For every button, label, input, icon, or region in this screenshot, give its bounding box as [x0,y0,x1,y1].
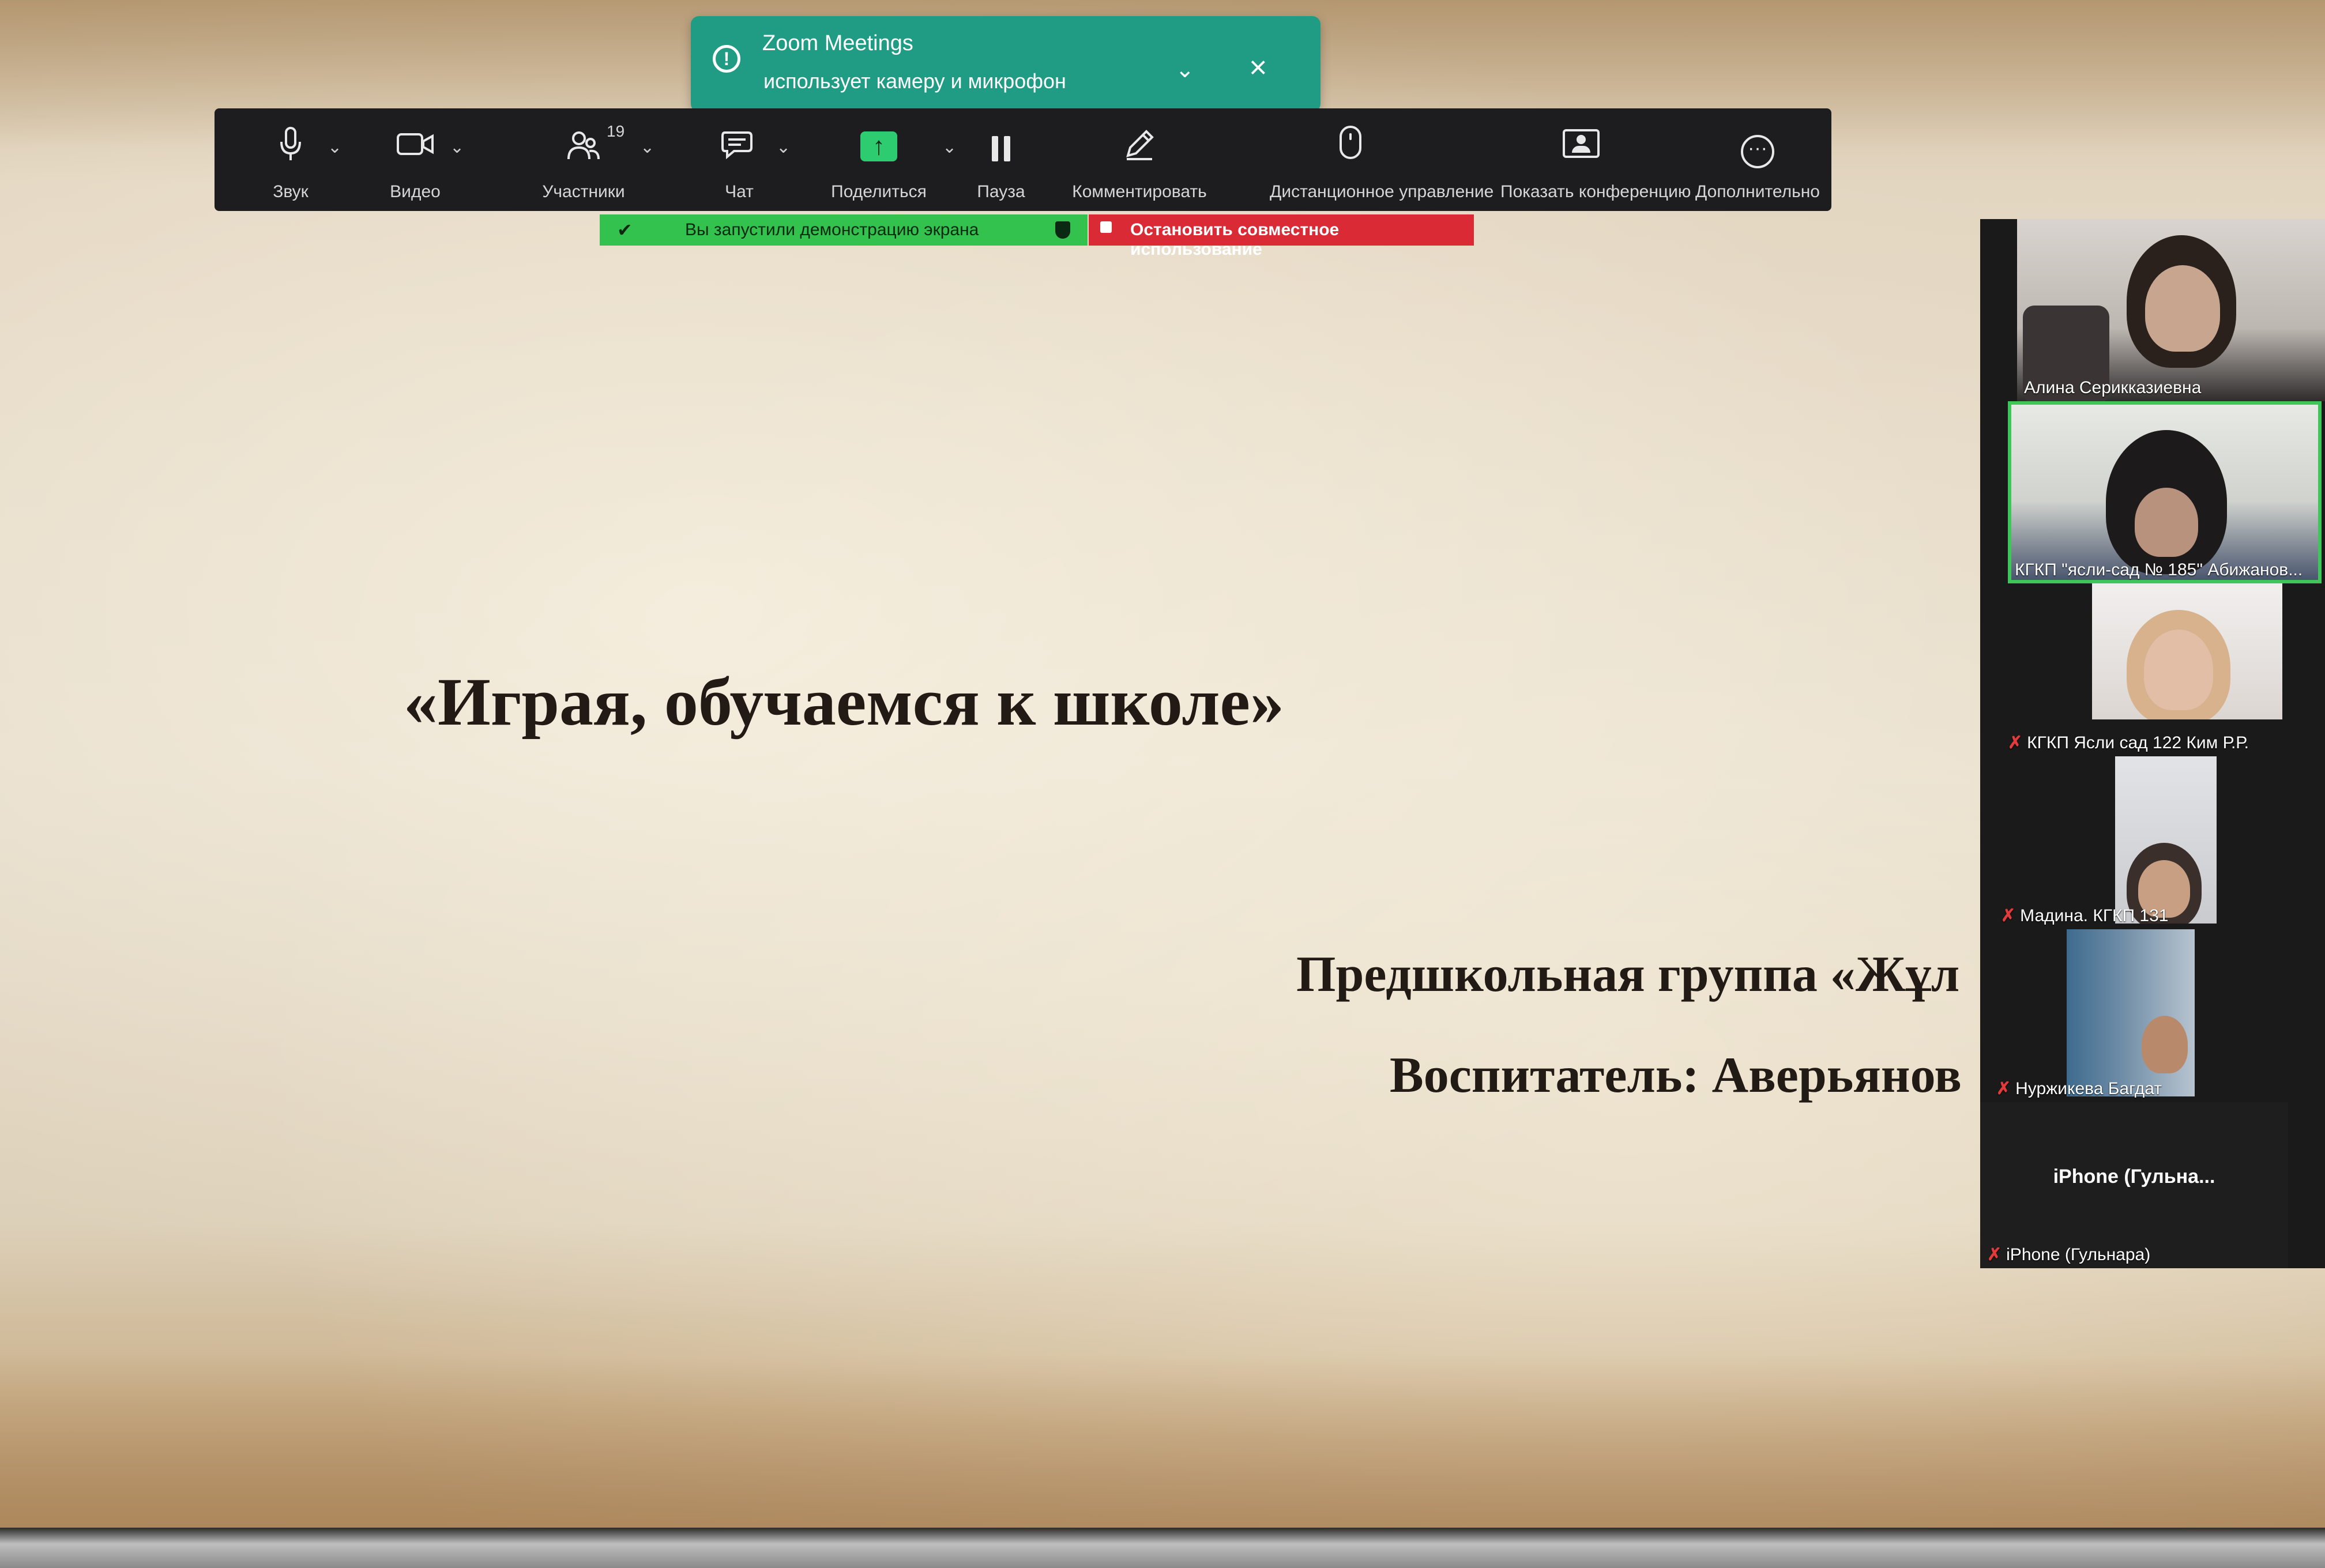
audio-options-caret[interactable]: ⌄ [328,137,342,157]
pause-icon [971,123,1031,164]
meeting-toolbar: ⌄ Звук ⌄ Видео 19 ⌄ Участники ⌄ Чат ↑ ⌄ … [215,108,1831,211]
participant-face [2135,488,2198,557]
muted-mic-icon: ✗ [1996,1079,2011,1098]
monitor-bezel [0,1528,2325,1568]
slide-title: «Играя, обучаемся к школе» [404,664,1284,740]
mouse-icon [1293,123,1408,164]
pause-label: Пауза [977,182,1025,201]
muted-mic-icon: ✗ [1987,1245,2002,1264]
close-icon[interactable]: × [1249,52,1267,83]
video-label: Видео [390,182,441,201]
video-tile[interactable]: Алина Серикказиевна [2017,219,2325,401]
participant-name: ✗ iPhone (Гульнара) [1987,1245,2151,1264]
video-button[interactable]: ⌄ Видео [385,108,464,211]
show-meeting-icon [1523,123,1639,164]
chat-icon [712,123,767,164]
muted-mic-icon: ✗ [2008,733,2023,752]
participant-name: ✗ КГКП Ясли сад 122 Ким Р.Р. [2008,733,2249,752]
participants-options-caret[interactable]: ⌄ [640,137,654,157]
stop-share-label: Остановить совместное использование [1130,220,1340,259]
participants-video-panel: Алина Серикказиевна КГКП "ясли-сад № 185… [1980,219,2325,1268]
participants-count: 19 [607,122,625,140]
camera-mic-notification[interactable]: ! Zoom Meetings использует камеру и микр… [691,16,1320,112]
share-screen-icon: ↑ [838,123,919,164]
sharing-status-text: Вы запустили демонстрацию экрана [685,220,979,239]
participant-face [2142,1016,2188,1073]
video-tile[interactable]: iPhone (Гульна... ✗ iPhone (Гульнара) [1980,1102,2288,1268]
chat-button[interactable]: ⌄ Чат [712,108,791,211]
audio-label: Звук [273,182,309,201]
participant-name: ✗ Мадина. КГКП 131 [2001,906,2169,925]
participant-video [2115,756,2217,924]
show-meeting-label: Показать конференцию [1500,182,1691,201]
video-tile-active[interactable]: КГКП "ясли-сад № 185" Абижанов... [2008,401,2322,583]
video-options-caret[interactable]: ⌄ [450,137,464,157]
participant-name: Алина Серикказиевна [2024,378,2202,397]
participants-button[interactable]: 19 ⌄ Участники [542,108,654,211]
more-label: Дополнительно [1695,182,1820,201]
more-button[interactable]: ··· Дополнительно [1695,108,1820,211]
chevron-down-icon[interactable]: ⌄ [1175,56,1195,83]
muted-mic-icon: ✗ [2001,906,2016,925]
video-tile[interactable]: ✗ КГКП Ясли сад 122 Ким Р.Р. [2001,583,2309,756]
remote-control-label: Дистанционное управление [1270,182,1494,201]
participant-video [2067,929,2195,1096]
chat-label: Чат [725,182,754,201]
alert-circle-icon: ! [713,45,740,73]
remote-control-button[interactable]: Дистанционное управление [1270,108,1493,211]
participant-face [2145,265,2220,352]
video-tile[interactable]: ✗ Мадина. КГКП 131 [1994,756,2302,929]
participants-label: Участники [542,182,625,201]
sharing-status-bar[interactable]: ✔ Вы запустили демонстрацию экрана [600,214,1088,246]
video-camera-icon [385,123,445,164]
stop-icon [1100,221,1112,233]
notification-title: Zoom Meetings [762,31,913,55]
video-tile[interactable]: ✗ Нуржикева Багдат [1989,929,2297,1102]
participant-video [2092,583,2282,719]
slide-group-line: Предшкольная группа «Жұл [1296,947,1960,1002]
notification-text: использует камеру и микрофон [763,69,1066,93]
annotate-label: Комментировать [1072,182,1207,201]
pin-icon: ✔ [617,220,633,240]
participant-name: ✗ Нуржикева Багдат [1996,1079,2162,1098]
slide-texture [0,1355,2325,1528]
slide-teacher-line: Воспитатель: Аверьянов [1390,1047,1962,1103]
more-icon: ··· [1711,123,1804,168]
chat-options-caret[interactable]: ⌄ [776,137,791,157]
pause-button[interactable]: Пауза [971,108,1031,211]
microphone-icon [261,123,321,164]
share-button[interactable]: ↑ ⌄ Поделиться [831,108,957,211]
share-options-caret[interactable]: ⌄ [942,137,957,157]
participant-face [2144,630,2213,710]
show-meeting-button[interactable]: Показать конференцию [1500,108,1691,211]
pencil-icon [1093,123,1186,164]
annotate-button[interactable]: Комментировать [1072,108,1207,211]
stop-share-button[interactable]: Остановить совместное использование [1089,214,1474,259]
audio-button[interactable]: ⌄ Звук [261,108,342,211]
shield-icon [1055,221,1070,239]
participant-display-label: iPhone (Гульна... [2053,1166,2215,1188]
participant-name: КГКП "ясли-сад № 185" Абижанов... [2015,560,2303,579]
share-label: Поделиться [831,182,927,201]
